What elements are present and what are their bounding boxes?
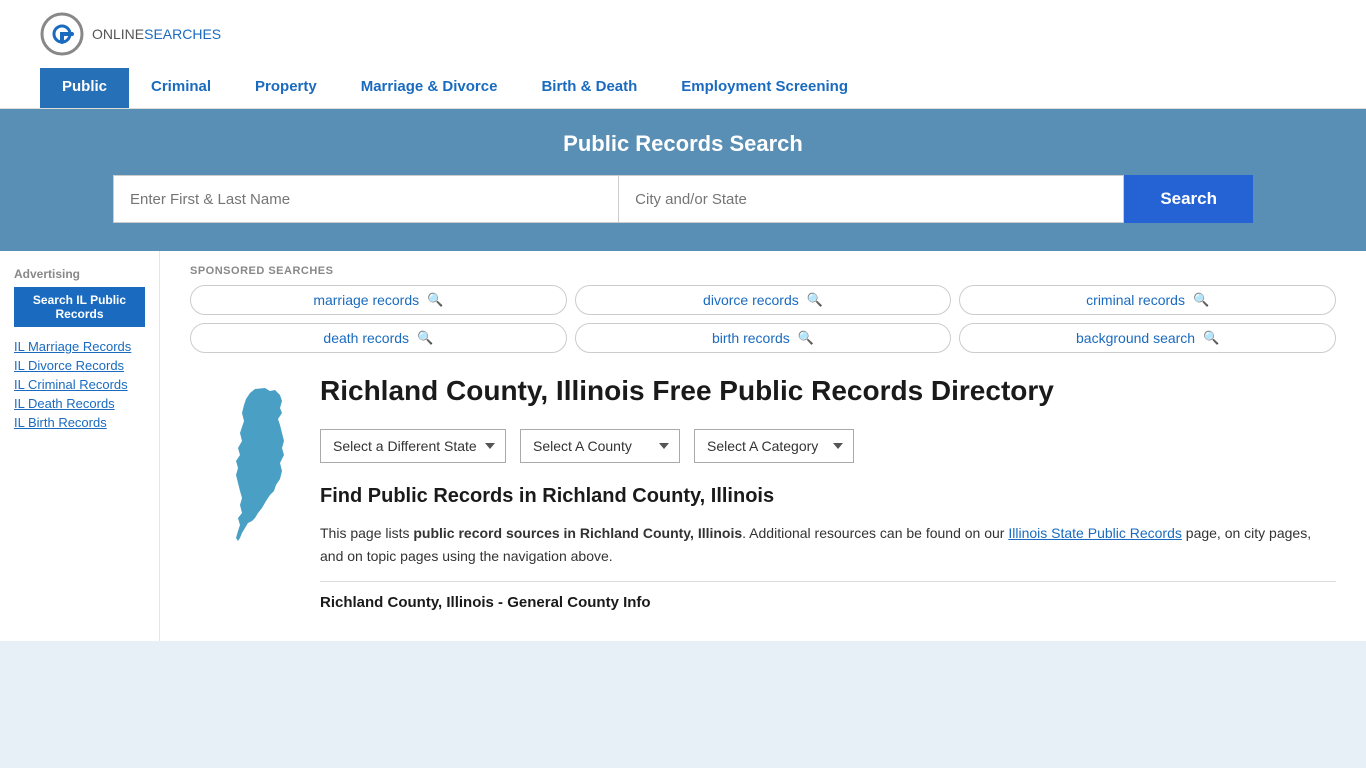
sponsored-text-background: background search — [1076, 330, 1195, 346]
main-nav: Public Criminal Property Marriage & Divo… — [40, 68, 1326, 108]
state-map — [190, 373, 320, 611]
sidebar-link-criminal[interactable]: IL Criminal Records — [14, 377, 145, 392]
name-input[interactable] — [113, 175, 618, 223]
find-records-paragraph: This page lists public record sources in… — [320, 522, 1336, 567]
category-dropdown[interactable]: Select A Category — [694, 429, 854, 463]
find-text-2: . Additional resources can be found on o… — [742, 525, 1008, 541]
sidebar-ad-label: Advertising — [14, 267, 145, 281]
general-info-heading: Richland County, Illinois - General Coun… — [320, 581, 1336, 611]
sponsored-text-death: death records — [323, 330, 409, 346]
page-text-area: Richland County, Illinois Free Public Re… — [320, 373, 1336, 611]
search-icon-criminal: 🔍 — [1193, 292, 1209, 308]
sponsored-label: SPONSORED SEARCHES — [190, 265, 1336, 277]
sponsored-item-marriage[interactable]: marriage records 🔍 — [190, 285, 567, 315]
illinois-map-svg — [210, 383, 300, 543]
sidebar-link-birth[interactable]: IL Birth Records — [14, 415, 145, 430]
logo-text: ONLINESEARCHES — [92, 26, 221, 42]
sponsored-text-marriage: marriage records — [313, 292, 419, 308]
sponsored-grid: marriage records 🔍 divorce records 🔍 cri… — [190, 285, 1336, 353]
search-button[interactable]: Search — [1124, 175, 1253, 223]
page-body: Richland County, Illinois Free Public Re… — [190, 363, 1336, 611]
nav-criminal[interactable]: Criminal — [129, 68, 233, 108]
logo-searches: SEARCHES — [144, 26, 221, 42]
dropdowns: Select a Different State Select A County… — [320, 429, 1336, 463]
nav-birth-death[interactable]: Birth & Death — [519, 68, 659, 108]
header: ONLINESEARCHES Public Criminal Property … — [0, 0, 1366, 109]
main-content: SPONSORED SEARCHES marriage records 🔍 di… — [160, 251, 1366, 641]
illinois-state-link[interactable]: Illinois State Public Records — [1008, 525, 1182, 541]
nav-marriage-divorce[interactable]: Marriage & Divorce — [339, 68, 520, 108]
nav-property[interactable]: Property — [233, 68, 339, 108]
find-bold: public record sources in Richland County… — [413, 525, 742, 541]
nav-employment[interactable]: Employment Screening — [659, 68, 870, 108]
sponsored-item-criminal[interactable]: criminal records 🔍 — [959, 285, 1336, 315]
location-input[interactable] — [618, 175, 1124, 223]
nav-public[interactable]: Public — [40, 68, 129, 108]
search-bar: Search — [113, 175, 1253, 223]
sponsored-item-background[interactable]: background search 🔍 — [959, 323, 1336, 353]
page-heading: Richland County, Illinois Free Public Re… — [320, 373, 1336, 409]
county-dropdown[interactable]: Select A County — [520, 429, 680, 463]
logo-icon — [40, 12, 84, 56]
search-icon-death: 🔍 — [417, 330, 433, 346]
logo-area: ONLINESEARCHES — [40, 12, 1326, 56]
search-hero-title: Public Records Search — [40, 131, 1326, 157]
sidebar: Advertising Search IL Public Records IL … — [0, 251, 160, 641]
sidebar-search-il-button[interactable]: Search IL Public Records — [14, 287, 145, 327]
sponsored-item-divorce[interactable]: divorce records 🔍 — [575, 285, 952, 315]
search-icon-marriage: 🔍 — [427, 292, 443, 308]
search-icon-birth: 🔍 — [798, 330, 814, 346]
sponsored-item-birth[interactable]: birth records 🔍 — [575, 323, 952, 353]
find-text-1: This page lists — [320, 525, 413, 541]
find-records-heading: Find Public Records in Richland County, … — [320, 485, 1336, 508]
search-icon-background: 🔍 — [1203, 330, 1219, 346]
sponsored-text-birth: birth records — [712, 330, 790, 346]
search-icon-divorce: 🔍 — [807, 292, 823, 308]
sponsored-text-divorce: divorce records — [703, 292, 799, 308]
logo-online: ONLINE — [92, 26, 144, 42]
content-wrapper: Advertising Search IL Public Records IL … — [0, 251, 1366, 641]
state-dropdown[interactable]: Select a Different State — [320, 429, 506, 463]
sponsored-section: SPONSORED SEARCHES marriage records 🔍 di… — [190, 251, 1336, 363]
sidebar-link-marriage[interactable]: IL Marriage Records — [14, 339, 145, 354]
search-hero: Public Records Search Search — [0, 109, 1366, 251]
sponsored-text-criminal: criminal records — [1086, 292, 1185, 308]
sidebar-link-death[interactable]: IL Death Records — [14, 396, 145, 411]
sidebar-link-divorce[interactable]: IL Divorce Records — [14, 358, 145, 373]
sponsored-item-death[interactable]: death records 🔍 — [190, 323, 567, 353]
